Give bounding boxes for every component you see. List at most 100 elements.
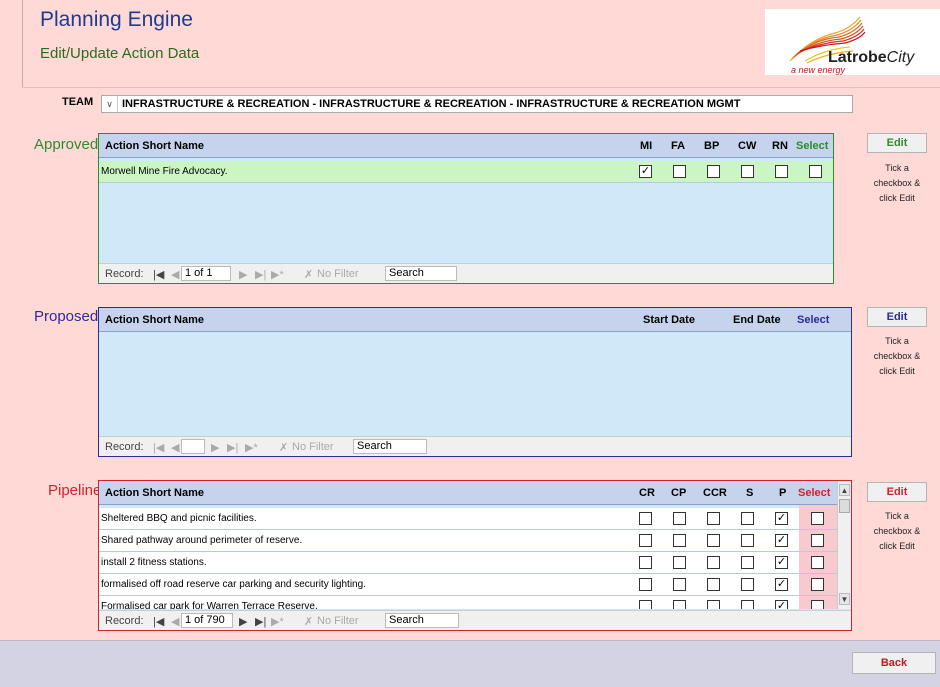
- row-checkbox[interactable]: [775, 165, 788, 178]
- row-checkbox[interactable]: [673, 165, 686, 178]
- row-checkbox[interactable]: ✓: [775, 578, 788, 591]
- row-checkbox[interactable]: [639, 512, 652, 525]
- row-checkbox[interactable]: [811, 556, 824, 569]
- scroll-thumb[interactable]: [839, 499, 850, 513]
- back-button[interactable]: Back: [852, 652, 936, 674]
- proposed-edit-button[interactable]: Edit: [867, 307, 927, 327]
- record-position-input[interactable]: [181, 439, 205, 454]
- prev-record-button[interactable]: ◀: [171, 615, 179, 628]
- row-checkbox[interactable]: ✓: [775, 534, 788, 547]
- table-row[interactable]: Formalised car park for Warren Terrace R…: [99, 596, 839, 609]
- record-label: Record:: [105, 268, 144, 280]
- action-short-name[interactable]: Formalised car park for Warren Terrace R…: [101, 601, 318, 609]
- row-checkbox[interactable]: [673, 556, 686, 569]
- table-row[interactable]: Morwell Mine Fire Advocacy. ✓: [99, 161, 833, 183]
- no-filter-button[interactable]: No Filter: [292, 441, 334, 453]
- action-short-name[interactable]: install 2 fitness stations.: [101, 557, 207, 568]
- first-record-button[interactable]: |◀: [153, 268, 164, 281]
- next-record-button[interactable]: ▶: [239, 615, 247, 628]
- new-record-button[interactable]: ▶*: [245, 441, 258, 454]
- row-checkbox[interactable]: ✓: [775, 556, 788, 569]
- row-checkbox[interactable]: [741, 556, 754, 569]
- row-checkbox[interactable]: [741, 600, 754, 609]
- row-checkbox[interactable]: ✓: [639, 165, 652, 178]
- chevron-down-icon[interactable]: ∨: [102, 96, 118, 112]
- row-checkbox[interactable]: [809, 165, 822, 178]
- approved-col-cw: CW: [738, 140, 757, 152]
- row-checkbox[interactable]: [741, 578, 754, 591]
- action-short-name[interactable]: Sheltered BBQ and picnic facilities.: [101, 513, 257, 524]
- no-filter-button[interactable]: No Filter: [317, 268, 359, 280]
- row-checkbox[interactable]: [741, 165, 754, 178]
- approved-col-fa: FA: [671, 140, 686, 152]
- app-title: Planning Engine: [40, 8, 193, 31]
- search-input[interactable]: Search: [385, 266, 457, 281]
- row-checkbox[interactable]: [639, 556, 652, 569]
- row-checkbox[interactable]: [639, 534, 652, 547]
- next-record-button[interactable]: ▶: [239, 268, 247, 281]
- pipeline-edit-button[interactable]: Edit: [867, 482, 927, 502]
- last-record-button[interactable]: ▶|: [227, 441, 238, 454]
- row-checkbox[interactable]: [707, 556, 720, 569]
- row-checkbox[interactable]: [811, 534, 824, 547]
- row-checkbox[interactable]: ✓: [775, 600, 788, 609]
- record-label: Record:: [105, 441, 144, 453]
- proposed-record-navigator: Record: |◀ ◀ ▶ ▶| ▶* ✗ No Filter Search: [99, 436, 851, 456]
- last-record-button[interactable]: ▶|: [255, 615, 266, 628]
- logo-city-text: City: [886, 49, 915, 66]
- row-checkbox[interactable]: [811, 578, 824, 591]
- prev-record-button[interactable]: ◀: [171, 268, 179, 281]
- pipeline-record-navigator: Record: |◀ ◀ 1 of 790 ▶ ▶| ▶* ✗ No Filte…: [99, 610, 851, 630]
- row-checkbox[interactable]: [811, 512, 824, 525]
- new-record-button[interactable]: ▶*: [271, 268, 284, 281]
- record-position-input[interactable]: 1 of 1: [181, 266, 231, 281]
- row-checkbox[interactable]: [741, 512, 754, 525]
- row-checkbox[interactable]: [707, 165, 720, 178]
- no-filter-button[interactable]: No Filter: [317, 615, 359, 627]
- footer-rule: [0, 640, 940, 641]
- prev-record-button[interactable]: ◀: [171, 441, 179, 454]
- team-value: INFRASTRUCTURE & RECREATION - INFRASTRUC…: [122, 98, 741, 110]
- row-checkbox[interactable]: [707, 578, 720, 591]
- row-checkbox[interactable]: [673, 600, 686, 609]
- search-input[interactable]: Search: [385, 613, 459, 628]
- table-row[interactable]: Sheltered BBQ and picnic facilities. ✓: [99, 508, 839, 530]
- new-record-button[interactable]: ▶*: [271, 615, 284, 628]
- record-position-input[interactable]: 1 of 790: [181, 613, 233, 628]
- action-short-name[interactable]: formalised off road reserve car parking …: [101, 579, 366, 590]
- pipeline-scrollbar[interactable]: ▲ ▼: [837, 481, 851, 609]
- approved-header-row: Action Short Name MI FA BP CW RN Select: [99, 134, 833, 158]
- row-checkbox[interactable]: [673, 534, 686, 547]
- team-label: TEAM: [62, 96, 94, 108]
- first-record-button[interactable]: |◀: [153, 441, 164, 454]
- row-checkbox[interactable]: [673, 512, 686, 525]
- scroll-down-icon[interactable]: ▼: [839, 593, 850, 605]
- funnel-icon: ✗: [304, 269, 314, 281]
- team-combobox[interactable]: ∨ INFRASTRUCTURE & RECREATION - INFRASTR…: [101, 95, 853, 113]
- row-checkbox[interactable]: [707, 512, 720, 525]
- row-checkbox[interactable]: [741, 534, 754, 547]
- action-short-name[interactable]: Shared pathway around perimeter of reser…: [101, 535, 302, 546]
- last-record-button[interactable]: ▶|: [255, 268, 266, 281]
- approved-col-bp: BP: [704, 140, 720, 152]
- scroll-up-icon[interactable]: ▲: [839, 484, 850, 496]
- row-checkbox[interactable]: [639, 600, 652, 609]
- first-record-button[interactable]: |◀: [153, 615, 164, 628]
- action-short-name[interactable]: Morwell Mine Fire Advocacy.: [101, 166, 228, 177]
- approved-hint: Tick a checkbox & click Edit: [873, 163, 921, 203]
- next-record-button[interactable]: ▶: [211, 441, 219, 454]
- row-checkbox[interactable]: [707, 534, 720, 547]
- header-bottom-rule: [22, 87, 940, 88]
- approved-edit-button[interactable]: Edit: [867, 133, 927, 153]
- search-input[interactable]: Search: [353, 439, 427, 454]
- row-checkbox[interactable]: [673, 578, 686, 591]
- row-checkbox[interactable]: ✓: [775, 512, 788, 525]
- table-row[interactable]: Shared pathway around perimeter of reser…: [99, 530, 839, 552]
- table-row[interactable]: install 2 fitness stations. ✓: [99, 552, 839, 574]
- row-checkbox[interactable]: [811, 600, 824, 609]
- row-checkbox[interactable]: [639, 578, 652, 591]
- row-checkbox[interactable]: [707, 600, 720, 609]
- logo-brand-text: Latrobe: [828, 49, 887, 66]
- table-row[interactable]: formalised off road reserve car parking …: [99, 574, 839, 596]
- approved-label: Approved: [34, 136, 99, 153]
